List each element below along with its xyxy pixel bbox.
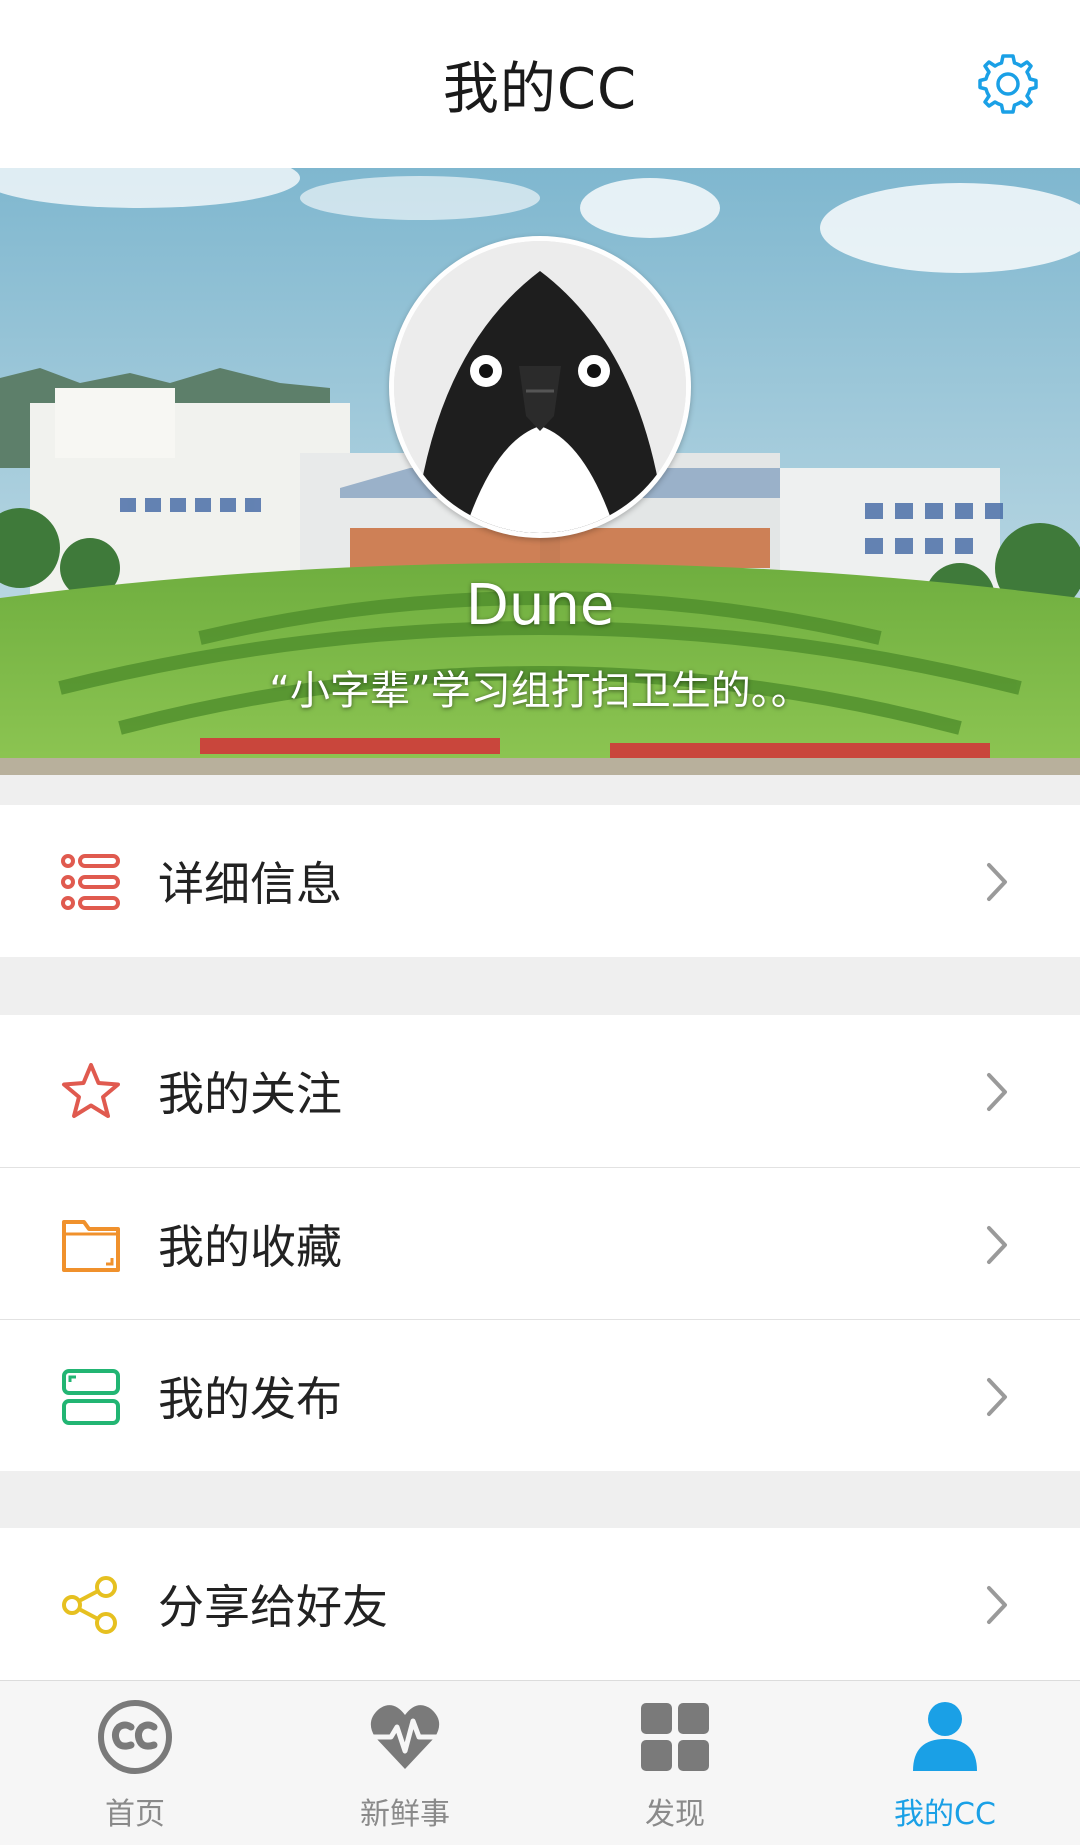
menu-label-following: 我的关注: [158, 1067, 342, 1121]
chevron-right-icon: [987, 1226, 1007, 1264]
layers-icon: [62, 1369, 120, 1425]
menu-item-favorites[interactable]: 我的收藏: [0, 1167, 1080, 1319]
list-icon: [61, 854, 120, 910]
menu-group-share: 分享给好友: [0, 1528, 1080, 1680]
menu-item-following[interactable]: 我的关注: [0, 1015, 1080, 1167]
folder-icon: [62, 1220, 120, 1272]
menu-label-share: 分享给好友: [158, 1580, 388, 1634]
menu-label-details: 详细信息: [158, 857, 342, 911]
grid-icon: [641, 1703, 709, 1771]
share-icon: [62, 1576, 117, 1634]
tab-news[interactable]: 新鲜事: [270, 1681, 540, 1845]
profile-name: Dune: [465, 573, 615, 638]
chevron-right-icon: [987, 863, 1007, 901]
chevron-right-icon: [987, 1073, 1007, 1111]
tab-label-home: 首页: [105, 1797, 165, 1832]
tab-home[interactable]: 首页: [0, 1681, 270, 1845]
menu-group-info: 详细信息: [0, 805, 1080, 957]
bottom-tab-bar: 首页 新鲜事 发现 我的CC: [0, 1680, 1080, 1845]
gear-icon: [978, 54, 1038, 114]
profile-bio: “小字辈”学习组打扫卫生的。。: [269, 668, 811, 714]
menu-item-details[interactable]: 详细信息: [0, 805, 1080, 957]
tab-label-discover: 发现: [645, 1797, 705, 1832]
menu-group-personal: 我的关注 我的收藏 我的发布: [0, 1015, 1080, 1471]
menu-item-posts[interactable]: 我的发布: [0, 1319, 1080, 1471]
menu-item-share[interactable]: 分享给好友: [0, 1528, 1080, 1680]
settings-button[interactable]: [972, 48, 1044, 120]
menu-label-posts: 我的发布: [158, 1371, 342, 1426]
tab-label-my-cc: 我的CC: [894, 1797, 996, 1832]
star-icon: [62, 1063, 120, 1118]
user-icon: [913, 1702, 977, 1771]
page-title: 我的CC: [442, 56, 638, 122]
chevron-right-icon: [987, 1586, 1007, 1624]
app-header: 我的CC: [0, 0, 1080, 168]
tab-my-cc[interactable]: 我的CC: [810, 1681, 1080, 1845]
tab-discover[interactable]: 发现: [540, 1681, 810, 1845]
avatar[interactable]: [389, 236, 691, 538]
tab-label-news: 新鲜事: [360, 1797, 450, 1832]
profile-banner: Dune “小字辈”学习组打扫卫生的。。: [0, 168, 1080, 775]
heartbeat-icon: [370, 1705, 440, 1769]
menu-label-favorites: 我的收藏: [158, 1219, 342, 1274]
cc-icon: [98, 1700, 172, 1774]
chevron-right-icon: [987, 1378, 1007, 1416]
penguin-avatar: [394, 241, 686, 533]
